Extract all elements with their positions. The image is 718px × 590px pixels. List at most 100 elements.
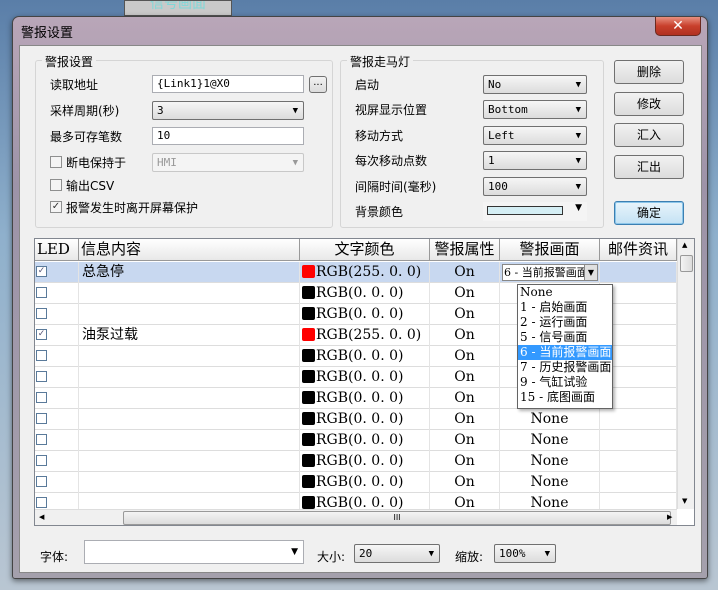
message-cell[interactable] bbox=[79, 388, 300, 409]
modify-button[interactable]: 修改 bbox=[614, 92, 684, 116]
dropdown-option[interactable]: 7 - 历史报警画面 bbox=[518, 360, 612, 375]
column-header[interactable]: 文字颜色 bbox=[300, 239, 430, 261]
text-color-cell[interactable]: RGB(0. 0. 0) bbox=[300, 388, 430, 409]
step-select[interactable]: 1 ▼ bbox=[483, 151, 587, 170]
alarm-screen-cell[interactable]: None bbox=[500, 409, 600, 430]
message-cell[interactable] bbox=[79, 367, 300, 388]
led-checkbox[interactable]: ✓ bbox=[36, 329, 47, 340]
text-color-cell[interactable]: RGB(0. 0. 0) bbox=[300, 304, 430, 325]
close-button[interactable]: ✕ bbox=[655, 17, 701, 36]
chevron-down-icon[interactable]: ▼ bbox=[584, 265, 597, 280]
power-off-select[interactable]: HMI ▼ bbox=[152, 153, 304, 172]
dropdown-option[interactable]: 1 - 启始画面 bbox=[518, 300, 612, 315]
led-checkbox[interactable] bbox=[36, 392, 47, 403]
alarm-attr-cell[interactable]: On bbox=[430, 409, 500, 430]
scroll-right-icon[interactable]: ▶ bbox=[667, 513, 672, 521]
led-checkbox[interactable] bbox=[36, 455, 47, 466]
led-cell[interactable]: ✓ bbox=[35, 262, 79, 283]
mail-info-cell[interactable] bbox=[600, 451, 677, 472]
column-header[interactable]: 警报画面 bbox=[500, 239, 600, 261]
scroll-thumb[interactable] bbox=[680, 255, 693, 272]
text-color-cell[interactable]: RGB(0. 0. 0) bbox=[300, 346, 430, 367]
enable-select[interactable]: No ▼ bbox=[483, 75, 587, 94]
led-checkbox[interactable] bbox=[36, 497, 47, 508]
led-cell[interactable] bbox=[35, 283, 79, 304]
column-header[interactable]: 警报属性 bbox=[430, 239, 500, 261]
horizontal-scrollbar[interactable]: ◀ III ▶ bbox=[35, 509, 677, 525]
ok-button[interactable]: 确定 bbox=[614, 201, 684, 225]
interval-select[interactable]: 100 ▼ bbox=[483, 177, 587, 196]
led-cell[interactable] bbox=[35, 430, 79, 451]
mail-info-cell[interactable] bbox=[600, 262, 677, 283]
column-header[interactable]: 信息内容 bbox=[79, 239, 300, 261]
scroll-up-icon[interactable]: ▲ bbox=[682, 241, 687, 249]
browse-button[interactable]: ... bbox=[309, 76, 327, 93]
mail-info-cell[interactable] bbox=[600, 430, 677, 451]
message-cell[interactable] bbox=[79, 409, 300, 430]
message-cell[interactable] bbox=[79, 472, 300, 493]
message-cell[interactable]: 油泵过载 bbox=[79, 325, 300, 346]
column-header[interactable]: LED bbox=[35, 239, 79, 261]
led-checkbox[interactable] bbox=[36, 287, 47, 298]
led-checkbox[interactable] bbox=[36, 308, 47, 319]
led-cell[interactable] bbox=[35, 388, 79, 409]
dropdown-option[interactable]: None bbox=[518, 285, 612, 300]
alarm-attr-cell[interactable]: On bbox=[430, 451, 500, 472]
text-color-cell[interactable]: RGB(0. 0. 0) bbox=[300, 283, 430, 304]
message-cell[interactable] bbox=[79, 304, 300, 325]
led-checkbox[interactable] bbox=[36, 350, 47, 361]
export-csv-checkbox[interactable] bbox=[50, 179, 62, 191]
led-cell[interactable] bbox=[35, 304, 79, 325]
table-row[interactable]: RGB(0. 0. 0)OnNone bbox=[35, 451, 677, 472]
alarm-screen-cell[interactable]: None bbox=[500, 451, 600, 472]
dropdown-option[interactable]: 9 - 气缸试验 bbox=[518, 375, 612, 390]
led-checkbox[interactable] bbox=[36, 371, 47, 382]
alarm-attr-cell[interactable]: On bbox=[430, 283, 500, 304]
table-row[interactable]: RGB(0. 0. 0)OnNone bbox=[35, 472, 677, 493]
import-button[interactable]: 汇入 bbox=[614, 123, 684, 147]
power-off-checkbox[interactable] bbox=[50, 156, 62, 168]
bgcolor-select[interactable]: ▼ bbox=[483, 202, 587, 221]
table-row[interactable]: RGB(0. 0. 0)OnNone bbox=[35, 430, 677, 451]
mail-info-cell[interactable] bbox=[600, 472, 677, 493]
dropdown-option[interactable]: 15 - 底图画面 bbox=[518, 390, 612, 405]
message-cell[interactable] bbox=[79, 346, 300, 367]
font-select[interactable]: ▼ bbox=[84, 540, 304, 564]
message-cell[interactable] bbox=[79, 430, 300, 451]
alarm-attr-cell[interactable]: On bbox=[430, 262, 500, 283]
alarm-screen-cell[interactable]: 6 - 当前报警画面 ▼ bbox=[500, 262, 600, 283]
alarm-attr-cell[interactable]: On bbox=[430, 472, 500, 493]
scroll-left-icon[interactable]: ◀ bbox=[39, 513, 44, 521]
move-select[interactable]: Left ▼ bbox=[483, 126, 587, 145]
message-cell[interactable] bbox=[79, 283, 300, 304]
dropdown-option[interactable]: 6 - 当前报警画面 bbox=[518, 345, 612, 360]
zoom-select[interactable]: 100% ▼ bbox=[494, 544, 556, 563]
max-records-input[interactable]: 10 bbox=[152, 127, 304, 145]
dropdown-option[interactable]: 2 - 运行画面 bbox=[518, 315, 612, 330]
column-header[interactable]: 邮件资讯 bbox=[600, 239, 677, 261]
text-color-cell[interactable]: RGB(0. 0. 0) bbox=[300, 367, 430, 388]
led-cell[interactable] bbox=[35, 451, 79, 472]
led-cell[interactable] bbox=[35, 472, 79, 493]
mail-info-cell[interactable] bbox=[600, 409, 677, 430]
scroll-thumb[interactable]: III bbox=[123, 511, 671, 525]
scroll-down-icon[interactable]: ▼ bbox=[682, 497, 687, 505]
export-button[interactable]: 汇出 bbox=[614, 155, 684, 179]
led-cell[interactable] bbox=[35, 367, 79, 388]
text-color-cell[interactable]: RGB(0. 0. 0) bbox=[300, 430, 430, 451]
message-cell[interactable]: 总急停 bbox=[79, 262, 300, 283]
leave-screensaver-checkbox[interactable]: ✓ bbox=[50, 201, 62, 213]
alarm-screen-cell[interactable]: None bbox=[500, 430, 600, 451]
text-color-cell[interactable]: RGB(0. 0. 0) bbox=[300, 472, 430, 493]
alarm-attr-cell[interactable]: On bbox=[430, 346, 500, 367]
led-checkbox[interactable] bbox=[36, 476, 47, 487]
led-cell[interactable] bbox=[35, 409, 79, 430]
text-color-cell[interactable]: RGB(255. 0. 0) bbox=[300, 325, 430, 346]
read-address-input[interactable]: {Link1}1@X0 bbox=[152, 75, 304, 93]
table-row[interactable]: RGB(0. 0. 0)OnNone bbox=[35, 409, 677, 430]
led-checkbox[interactable]: ✓ bbox=[36, 266, 47, 277]
position-select[interactable]: Bottom ▼ bbox=[483, 100, 587, 119]
text-color-cell[interactable]: RGB(255. 0. 0) bbox=[300, 262, 430, 283]
dropdown-option[interactable]: 5 - 信号画面 bbox=[518, 330, 612, 345]
vertical-scrollbar[interactable]: ▲ ▼ bbox=[677, 239, 694, 509]
